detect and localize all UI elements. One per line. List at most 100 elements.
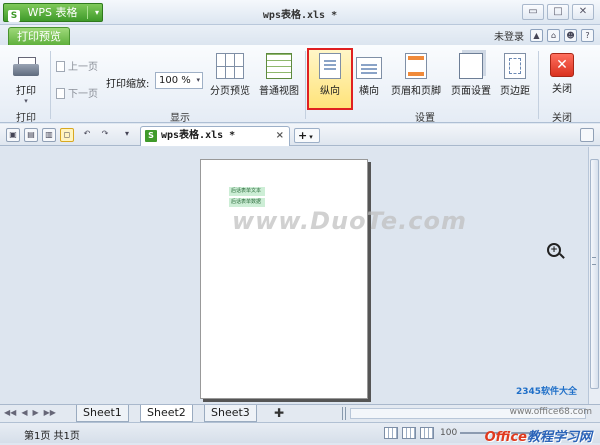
status-bar: 第1页 共1页 100 Office教程学习网 — [0, 422, 600, 445]
redo-icon[interactable]: ↷ — [98, 128, 112, 142]
print-label: 打印 — [16, 86, 36, 97]
scrollbar-grip — [592, 257, 596, 265]
next-sheet-icon[interactable]: ▶ — [32, 408, 38, 417]
ribbon-tab-row: 打印预览 未登录 ▲ ⌂ ☻ ? — [0, 25, 600, 46]
margins-label: 页边距 — [500, 86, 530, 97]
new-tab-button[interactable]: + ▾ — [294, 128, 320, 143]
group-label-close: 关闭 — [552, 113, 572, 124]
watermark: www.DuoTe.com — [232, 207, 467, 235]
document-tab[interactable]: S wps表格.xls * × — [140, 126, 290, 146]
margins-button[interactable]: 页边距 — [497, 53, 533, 97]
page-break-grid-icon — [216, 53, 244, 79]
print-dropdown-arrow[interactable]: ▾ — [8, 97, 44, 105]
close-tab-icon[interactable]: × — [276, 127, 284, 145]
page-count-status: 第1页 共1页 — [24, 431, 80, 442]
page-setup-button[interactable]: 页面设置 — [448, 53, 494, 97]
login-link[interactable]: 未登录 — [494, 28, 524, 43]
sheet-tab-2[interactable]: Sheet2 — [140, 405, 193, 422]
group-separator — [305, 51, 306, 119]
document-tab-label: wps表格.xls * — [161, 130, 236, 141]
page-setup-icon — [459, 53, 483, 79]
sheet-navigation: ◀◀ ◀ ▶ ▶▶ — [4, 408, 56, 417]
sheet-tab-1[interactable]: Sheet1 — [76, 405, 129, 422]
maximize-button[interactable]: □ — [547, 4, 569, 20]
preview-cell: 后话表单数据 — [229, 198, 265, 207]
portrait-page-icon — [319, 53, 341, 79]
margins-icon — [504, 53, 526, 79]
window-list-icon[interactable] — [580, 128, 594, 142]
chevron-down-icon: ▾ — [196, 76, 200, 84]
tab-splitter[interactable] — [342, 407, 346, 420]
spreadsheet-file-icon: S — [145, 130, 157, 142]
next-page-label: 下一页 — [68, 89, 98, 100]
group-label-settings: 设置 — [415, 113, 435, 124]
watermark-badge: 2345软件大全 — [516, 387, 578, 397]
page-break-preview-button[interactable]: 分页预览 — [208, 53, 252, 97]
zoom-magnifier-icon: + — [547, 243, 561, 257]
title-bar: S WPS 表格 ▾ wps表格.xls * ▭ □ ✕ — [0, 0, 600, 25]
quick-access-toolbar: ▣ ▤ ▥ ◻ ↶ ↷ ▾ S wps表格.xls * × + ▾ — [0, 124, 600, 146]
print-zoom-label: 打印缩放: — [106, 79, 150, 90]
printer-icon — [13, 57, 39, 79]
group-separator — [538, 51, 539, 119]
customize-toolbar-icon[interactable]: ▾ — [120, 128, 134, 142]
preview-cell: 后话表单文本 — [229, 187, 265, 196]
prev-page-button[interactable]: 上一页 — [56, 58, 98, 73]
account-area: 未登录 ▲ ⌂ ☻ ? — [494, 28, 594, 43]
landscape-page-icon — [356, 57, 382, 79]
open-folder-icon[interactable]: ▣ — [6, 128, 20, 142]
help-icon[interactable]: ? — [581, 29, 594, 42]
site-brand: Office教程学习网 — [485, 426, 592, 445]
sheet-tab-3[interactable]: Sheet3 — [204, 405, 257, 422]
print-icon[interactable]: ▥ — [42, 128, 56, 142]
prev-page-icon — [56, 61, 65, 72]
prev-page-label: 上一页 — [68, 62, 98, 73]
next-page-button[interactable]: 下一页 — [56, 85, 98, 100]
layout-status-icon[interactable] — [420, 427, 434, 439]
normal-view-status-icon[interactable] — [384, 427, 398, 439]
minimize-button[interactable]: ▭ — [522, 4, 544, 20]
collapse-ribbon-icon[interactable]: ▲ — [530, 29, 543, 42]
print-button[interactable]: 打印 ▾ — [8, 53, 44, 105]
group-label-display: 显示 — [170, 113, 190, 124]
header-footer-button[interactable]: 页眉和页脚 — [388, 53, 444, 97]
window-title: wps表格.xls * — [262, 10, 338, 21]
close-window-button[interactable]: ✕ — [572, 4, 594, 20]
normal-view-button[interactable]: 普通视图 — [256, 53, 302, 97]
ribbon: 打印 ▾ 打印 上一页 下一页 打印缩放: 100 % ▾ 分页预览 普通视图 … — [0, 45, 600, 124]
first-sheet-icon[interactable]: ◀◀ — [4, 408, 16, 417]
page-break-status-icon[interactable] — [402, 427, 416, 439]
scrollbar-thumb[interactable] — [590, 159, 599, 389]
close-icon: ✕ — [550, 53, 574, 77]
portrait-label: 纵向 — [320, 86, 340, 97]
close-preview-button[interactable]: ✕ 关闭 — [547, 53, 577, 95]
chevron-down-icon: ▾ — [309, 133, 313, 141]
prev-sheet-icon[interactable]: ◀ — [21, 408, 27, 417]
preview-page: 后话表单文本 后话表单数据 — [200, 159, 368, 399]
print-preview-area[interactable]: 后话表单文本 后话表单数据 www.DuoTe.com + — [0, 147, 588, 404]
normal-view-icon — [266, 53, 292, 79]
user-icon[interactable]: ☻ — [564, 29, 577, 42]
zoom-percent: 100 — [440, 428, 458, 438]
portrait-button[interactable]: 纵向 — [309, 53, 351, 97]
print-preview-icon[interactable]: ◻ — [60, 128, 74, 142]
add-sheet-icon[interactable]: ✚ — [274, 406, 284, 420]
print-zoom-select[interactable]: 100 % ▾ — [155, 72, 203, 89]
skin-icon[interactable]: ⌂ — [547, 29, 560, 42]
undo-icon[interactable]: ↶ — [80, 128, 94, 142]
page-setup-label: 页面设置 — [451, 86, 491, 97]
normal-view-label: 普通视图 — [259, 86, 299, 97]
window-controls: ▭ □ ✕ — [522, 4, 594, 20]
next-page-icon — [56, 88, 65, 99]
tab-print-preview[interactable]: 打印预览 — [8, 27, 70, 46]
save-icon[interactable]: ▤ — [24, 128, 38, 142]
vertical-scrollbar[interactable] — [588, 147, 600, 404]
close-label: 关闭 — [552, 84, 572, 95]
last-sheet-icon[interactable]: ▶▶ — [44, 408, 56, 417]
plus-icon: + — [298, 129, 308, 142]
header-footer-icon — [405, 53, 427, 79]
group-label-print: 打印 — [16, 113, 36, 124]
landscape-label: 横向 — [359, 86, 379, 97]
landscape-button[interactable]: 横向 — [354, 53, 384, 97]
print-zoom-value: 100 % — [159, 75, 191, 86]
